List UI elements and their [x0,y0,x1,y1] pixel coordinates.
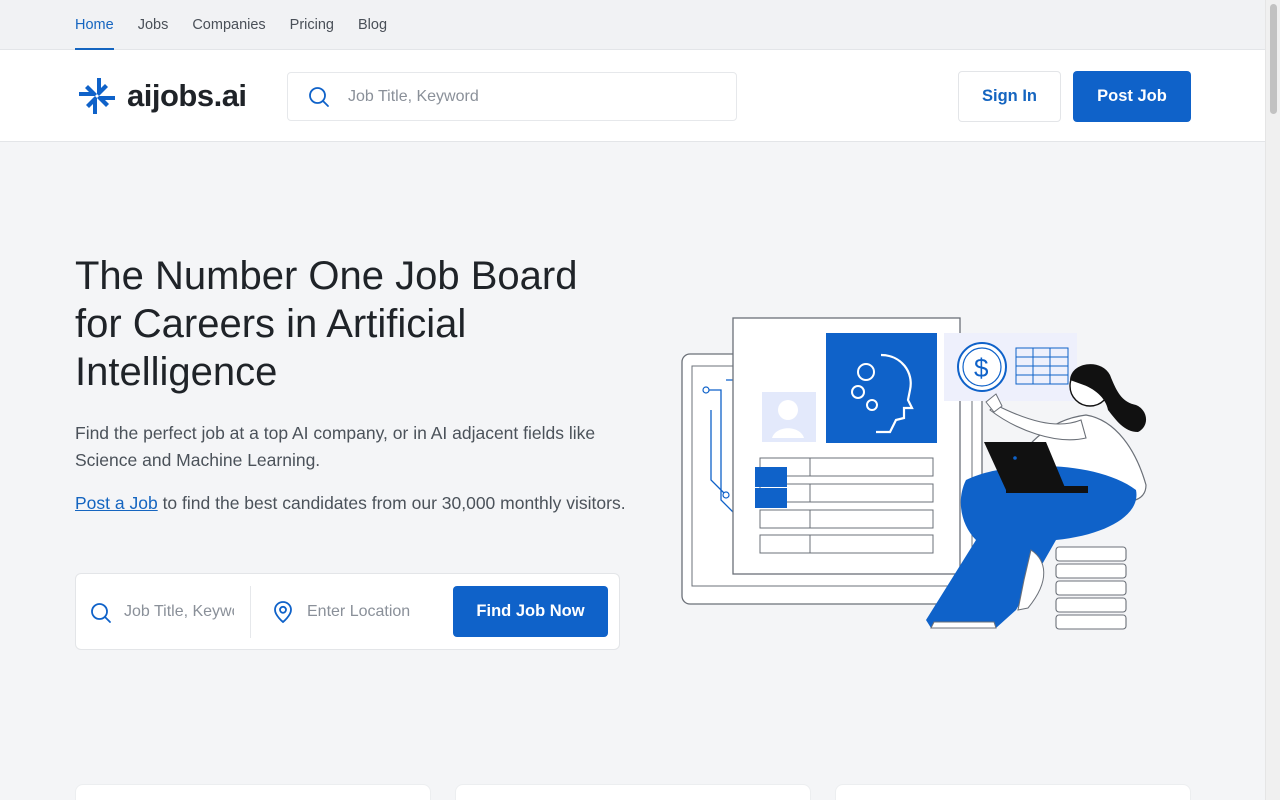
hero-post-suffix: to find the best candidates from our 30,… [157,493,626,513]
location-pin-icon [273,600,293,629]
site-header: aijobs.ai Sign In Post Job [0,50,1265,142]
search-icon [308,86,330,113]
search-divider [250,586,251,638]
find-job-button[interactable]: Find Job Now [453,586,608,637]
nav-home[interactable]: Home [75,0,114,50]
keyword-input[interactable] [124,594,234,630]
top-nav-links: Home Jobs Companies Pricing Blog [75,0,387,50]
nav-companies[interactable]: Companies [192,0,265,50]
nav-pricing[interactable]: Pricing [290,0,334,50]
page-scrollbar[interactable] [1265,0,1280,800]
feature-card [455,784,811,800]
feature-card [835,784,1191,800]
post-a-job-link[interactable]: Post a Job [75,493,158,513]
hero-title: The Number One Job Board for Careers in … [75,254,578,394]
logo-text: aijobs.ai [127,78,247,113]
post-job-button[interactable]: Post Job [1073,71,1191,122]
aijobs-logo-icon [79,78,115,114]
hero-description: Find the perfect job at a top AI company… [75,423,596,470]
hero-post-text: Post a Job to find the best candidates f… [75,490,635,517]
nav-jobs[interactable]: Jobs [138,0,169,50]
nav-blog[interactable]: Blog [358,0,387,50]
header-search [287,72,737,121]
hero-illustration: $ [676,310,1156,645]
location-input[interactable] [307,594,417,630]
sign-in-button[interactable]: Sign In [958,71,1061,122]
top-nav: Home Jobs Companies Pricing Blog [0,0,1265,50]
scrollbar-thumb[interactable] [1270,4,1277,114]
job-search-box: Find Job Now [75,573,620,650]
svg-text:$: $ [974,353,989,383]
search-icon [90,602,112,629]
logo[interactable]: aijobs.ai [75,75,247,117]
header-search-input[interactable] [348,73,718,120]
feature-card [75,784,431,800]
